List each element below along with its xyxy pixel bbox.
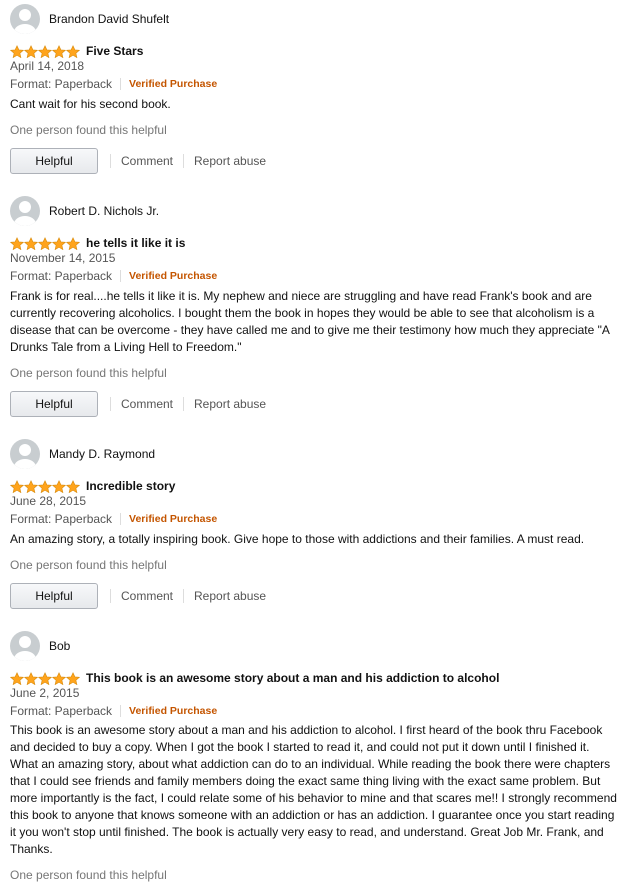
reviewer-profile[interactable]: Brandon David Shufelt (10, 3, 169, 35)
star-icon (66, 44, 80, 58)
star-icon (10, 479, 24, 493)
reviewer-profile[interactable]: Bob (10, 630, 70, 662)
divider (110, 589, 111, 603)
star-icon (38, 479, 52, 493)
reviewer-name[interactable]: Bob (49, 639, 70, 653)
reviewer-name[interactable]: Robert D. Nichols Jr. (49, 204, 159, 218)
review-body: This book is an awesome story about a ma… (10, 723, 617, 856)
comment-link[interactable]: Comment (121, 397, 173, 411)
divider (120, 513, 122, 525)
verified-purchase-badge[interactable]: Verified Purchase (129, 513, 217, 525)
review-title[interactable]: he tells it like it is (86, 236, 185, 250)
helpful-count: One person found this helpful (10, 558, 167, 572)
format-label[interactable]: Format: Paperback (10, 704, 112, 718)
avatar-icon (10, 196, 40, 226)
verified-purchase-badge[interactable]: Verified Purchase (129, 270, 217, 282)
format-label[interactable]: Format: Paperback (10, 512, 112, 526)
star-icon (52, 671, 66, 685)
star-icon (66, 236, 80, 250)
divider (183, 589, 185, 603)
review-date: June 28, 2015 (10, 494, 87, 508)
review-date: June 2, 2015 (10, 686, 80, 700)
divider (183, 397, 185, 411)
review-card: Mandy D. Raymond Incredible story June 2… (0, 438, 631, 618)
helpful-button[interactable]: Helpful (10, 391, 98, 417)
format-label[interactable]: Format: Paperback (10, 77, 112, 91)
star-icon (24, 479, 38, 493)
review-body: Frank is for real....he tells it like it… (10, 289, 610, 354)
review-card: Brandon David Shufelt Five Stars April 1… (0, 3, 631, 183)
helpful-count: One person found this helpful (10, 868, 167, 882)
format-label[interactable]: Format: Paperback (10, 269, 112, 283)
review-card: Bob This book is an awesome story about … (0, 630, 631, 882)
star-rating-icon[interactable] (10, 44, 80, 58)
report-abuse-link[interactable]: Report abuse (194, 397, 266, 411)
star-icon (38, 671, 52, 685)
star-icon (38, 44, 52, 58)
review-title[interactable]: This book is an awesome story about a ma… (86, 671, 499, 685)
helpful-count: One person found this helpful (10, 123, 167, 137)
reviewer-name[interactable]: Mandy D. Raymond (49, 447, 155, 461)
avatar-icon (10, 4, 40, 34)
divider (183, 154, 185, 168)
star-icon (52, 236, 66, 250)
review-card: Robert D. Nichols Jr. he tells it like i… (0, 195, 631, 435)
comment-link[interactable]: Comment (121, 154, 173, 168)
star-icon (66, 671, 80, 685)
helpful-count: One person found this helpful (10, 366, 167, 380)
star-icon (24, 44, 38, 58)
divider (110, 154, 111, 168)
reviewer-profile[interactable]: Robert D. Nichols Jr. (10, 195, 159, 227)
review-date: April 14, 2018 (10, 59, 85, 73)
review-body: Cant wait for his second book. (10, 97, 171, 111)
star-rating-icon[interactable] (10, 671, 80, 685)
star-icon (52, 479, 66, 493)
avatar-icon (10, 631, 40, 661)
comment-link[interactable]: Comment (121, 589, 173, 603)
star-rating-icon[interactable] (10, 479, 80, 493)
verified-purchase-badge[interactable]: Verified Purchase (129, 705, 217, 717)
divider (120, 270, 122, 282)
star-icon (52, 44, 66, 58)
divider (110, 397, 111, 411)
review-title[interactable]: Five Stars (86, 44, 143, 58)
report-abuse-link[interactable]: Report abuse (194, 589, 266, 603)
helpful-button[interactable]: Helpful (10, 148, 98, 174)
star-icon (10, 44, 24, 58)
review-date: November 14, 2015 (10, 251, 116, 265)
report-abuse-link[interactable]: Report abuse (194, 154, 266, 168)
divider (120, 705, 122, 717)
reviewer-profile[interactable]: Mandy D. Raymond (10, 438, 155, 470)
helpful-button[interactable]: Helpful (10, 583, 98, 609)
review-body: An amazing story, a totally inspiring bo… (10, 532, 585, 546)
reviewer-name[interactable]: Brandon David Shufelt (49, 12, 169, 26)
avatar-icon (10, 439, 40, 469)
star-icon (38, 236, 52, 250)
star-icon (10, 671, 24, 685)
star-icon (10, 236, 24, 250)
star-icon (24, 236, 38, 250)
review-title[interactable]: Incredible story (86, 479, 175, 493)
divider (120, 78, 122, 90)
star-icon (66, 479, 80, 493)
verified-purchase-badge[interactable]: Verified Purchase (129, 78, 217, 90)
star-icon (24, 671, 38, 685)
star-rating-icon[interactable] (10, 236, 80, 250)
